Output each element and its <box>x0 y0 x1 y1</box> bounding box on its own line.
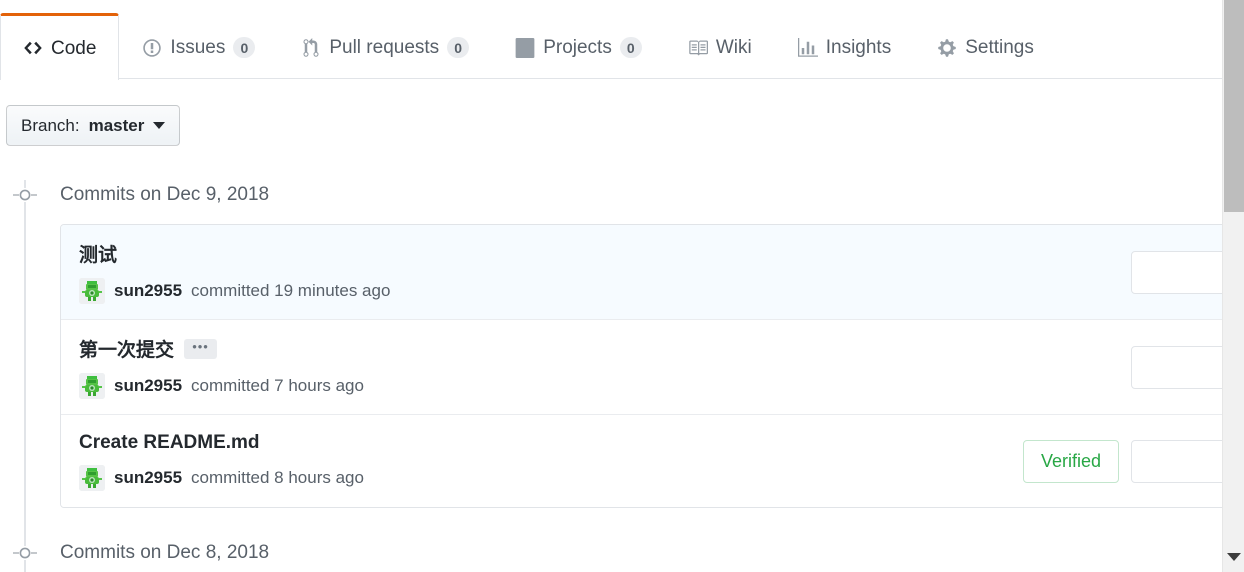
ellipsis-icon: ••• <box>192 338 209 354</box>
chevron-down-icon <box>1227 553 1241 561</box>
commit-author[interactable]: sun2955 <box>114 281 182 301</box>
commits-timeline: Commits on Dec 9, 2018 测试 sun2955 commit… <box>0 180 1222 572</box>
issue-opened-icon <box>142 38 162 58</box>
commit-timestamp: committed 8 hours ago <box>191 467 364 487</box>
page-content: Code Issues 0 Pull requests 0 Projects 0… <box>0 0 1222 572</box>
git-pull-request-icon <box>301 37 321 58</box>
avatar[interactable] <box>79 278 105 304</box>
commit-actions <box>1131 345 1222 389</box>
commit-main: 测试 sun2955 committed 19 minutes ago <box>79 240 1131 304</box>
scrollbar-thumb[interactable] <box>1224 0 1244 212</box>
avatar[interactable] <box>79 464 105 491</box>
tab-insights-label: Insights <box>825 37 892 58</box>
tab-settings-label: Settings <box>965 37 1034 58</box>
branch-bar: Branch: master <box>0 79 1222 146</box>
commit-meta: sun2955 committed 8 hours ago <box>79 464 1023 491</box>
tab-projects-count: 0 <box>619 37 642 58</box>
tab-code[interactable]: Code <box>0 13 120 80</box>
tab-settings[interactable]: Settings <box>914 13 1057 79</box>
commit-sha-text <box>1132 441 1156 482</box>
commit-author[interactable]: sun2955 <box>114 468 182 488</box>
tab-insights[interactable]: Insights <box>775 13 914 79</box>
commit-title-line: 测试 <box>79 240 1131 267</box>
commit-group-header: Commits on Dec 8, 2018 <box>0 538 1222 568</box>
book-icon <box>688 38 708 58</box>
commit-group-title: Commits on Dec 9, 2018 <box>60 184 270 205</box>
tab-issues[interactable]: Issues 0 <box>119 13 278 79</box>
gear-icon <box>937 38 957 58</box>
commit-title-line: 第一次提交 ••• <box>79 335 1131 362</box>
table-row[interactable]: 第一次提交 ••• sun2955 committed 7 hours ago <box>61 320 1222 415</box>
tab-wiki-label: Wiki <box>715 37 752 58</box>
commit-sha-button[interactable] <box>1131 439 1222 483</box>
commit-title-line: Create README.md <box>79 432 1023 454</box>
branch-name-label: master <box>88 115 145 135</box>
status-badge[interactable]: Verified <box>1022 439 1119 483</box>
tab-issues-label: Issues <box>170 37 226 58</box>
commit-actions <box>1131 250 1222 294</box>
commit-node-icon <box>13 546 37 560</box>
commit-timestamp: committed 19 minutes ago <box>191 281 391 300</box>
commit-message[interactable]: 测试 <box>79 240 117 267</box>
commit-sha-text <box>1132 252 1156 293</box>
avatar[interactable] <box>79 373 105 399</box>
commit-sha-button[interactable] <box>1131 250 1222 294</box>
commit-group-title: Commits on Dec 8, 2018 <box>60 542 270 563</box>
commit-expand-ellipsis-button[interactable]: ••• <box>184 338 218 359</box>
repo-nav-tabs: Code Issues 0 Pull requests 0 Projects 0… <box>0 0 1222 80</box>
table-row[interactable]: Create README.md sun2955 committed 8 hou… <box>61 415 1222 507</box>
commit-sha-text <box>1132 347 1156 388</box>
chevron-down-icon <box>153 122 166 129</box>
commit-meta: sun2955 committed 7 hours ago <box>79 373 1131 399</box>
commit-node-icon <box>13 188 37 202</box>
commit-main: Create README.md sun2955 committed 8 hou… <box>79 432 1023 491</box>
github-commits-page: Code Issues 0 Pull requests 0 Projects 0… <box>0 0 1244 572</box>
commit-main: 第一次提交 ••• sun2955 committed 7 hours ago <box>79 335 1131 399</box>
tab-projects-label: Projects <box>543 37 612 58</box>
tab-pull-requests[interactable]: Pull requests 0 <box>278 13 492 79</box>
branch-prefix-label: Branch: <box>21 115 80 135</box>
commit-sha-button[interactable] <box>1131 345 1222 389</box>
commit-list: 测试 sun2955 committed 19 minutes ago 第一次提… <box>60 224 1222 508</box>
tab-projects[interactable]: Projects 0 <box>492 13 665 79</box>
tab-pull-requests-count: 0 <box>447 37 470 58</box>
tab-issues-count: 0 <box>233 37 256 58</box>
project-icon <box>515 37 535 58</box>
commit-message[interactable]: Create README.md <box>79 432 260 454</box>
tab-code-label: Code <box>51 37 97 59</box>
code-icon <box>23 38 43 58</box>
branch-select-button[interactable]: Branch: master <box>6 105 181 146</box>
commit-timestamp: committed 7 hours ago <box>191 376 364 395</box>
vertical-scrollbar[interactable] <box>1222 0 1244 572</box>
commit-meta: sun2955 committed 19 minutes ago <box>79 278 1131 304</box>
graph-icon <box>797 37 818 58</box>
tab-pull-requests-label: Pull requests <box>329 37 440 58</box>
table-row[interactable]: 测试 sun2955 committed 19 minutes ago <box>61 225 1222 320</box>
timeline-rail <box>24 180 26 572</box>
commit-group-header: Commits on Dec 9, 2018 <box>0 180 1222 210</box>
tab-wiki[interactable]: Wiki <box>665 13 775 79</box>
commit-author[interactable]: sun2955 <box>114 376 182 396</box>
commit-actions: Verified <box>1022 439 1222 483</box>
scroll-down-arrow-button[interactable] <box>1223 546 1244 568</box>
commit-message[interactable]: 第一次提交 <box>79 335 174 362</box>
